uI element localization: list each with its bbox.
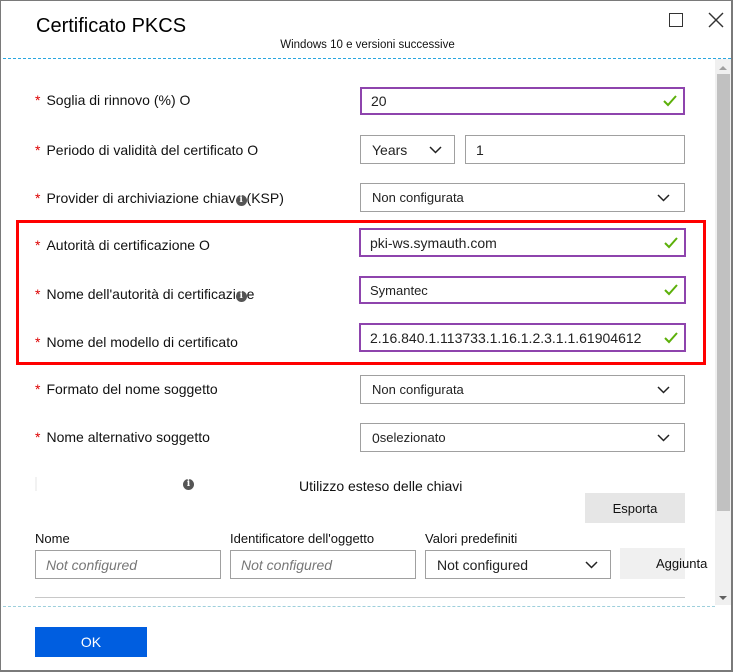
vertical-scrollbar[interactable] — [715, 59, 731, 605]
name-column-label: Nome — [35, 531, 70, 546]
input-value: Symantec — [370, 282, 428, 298]
subject-alt-name-select[interactable]: 0 selezionato — [360, 423, 685, 452]
template-name-input[interactable]: 2.16.840.1.113733.1.16.1.2.3.1.1.6190461… — [359, 323, 686, 352]
info-icon[interactable]: i — [235, 195, 247, 206]
ksp-select[interactable]: Non configurata — [360, 183, 685, 212]
add-button-label: Aggiunta — [656, 556, 708, 571]
select-value: Non configurata — [372, 382, 464, 397]
template-name-label: * Nome del modello di certificato — [35, 334, 238, 350]
cert-authority-input[interactable]: pki-ws.symauth.com — [359, 228, 686, 257]
eku-section-title: Utilizzo esteso delle chiavi — [299, 478, 463, 494]
input-value: 1 — [476, 141, 484, 158]
export-button[interactable]: Esporta — [585, 493, 685, 523]
subject-name-format-select[interactable]: Non configurata — [360, 375, 685, 404]
label-text: Nome alternativo soggetto — [46, 429, 210, 445]
label-text: Provider di archiviazione chiav — [46, 190, 236, 206]
predefined-column-label: Valori predefiniti — [425, 531, 518, 546]
pkcs-certificate-dialog: Certificato PKCS Windows 10 e versioni s… — [1, 1, 731, 670]
info-icon[interactable]: i — [183, 479, 194, 490]
label-text: Formato del nome soggetto — [46, 381, 218, 397]
subject-name-format-label: * Formato del nome soggetto — [35, 381, 218, 397]
required-marker: * — [35, 190, 41, 206]
required-marker: * — [35, 334, 41, 350]
checkmark-icon — [664, 284, 678, 296]
input-value: 2.16.840.1.113733.1.16.1.2.3.1.1.6190461… — [370, 329, 642, 346]
chevron-down-icon — [657, 385, 670, 394]
footer-divider — [3, 606, 715, 607]
validity-unit-select[interactable]: Years — [360, 135, 455, 164]
chevron-down-icon — [585, 560, 598, 569]
subject-alt-name-label: * Nome alternativo soggetto — [35, 429, 210, 445]
chevron-down-icon — [429, 145, 442, 154]
label-text: Nome del modello di certificato — [46, 334, 238, 350]
dialog-subtitle: Windows 10 e versioni successive — [280, 39, 455, 51]
required-marker: * — [35, 142, 41, 158]
label-text-suffix: (KSP) — [246, 190, 284, 206]
oid-column-label: Identificatore dell'oggetto — [230, 531, 375, 546]
validity-period-label: * Periodo di validità del certificato O — [35, 142, 258, 158]
maximize-icon[interactable] — [669, 13, 683, 27]
cert-authority-name-label: * Nome dell'autorità di certificazioi e — [35, 286, 254, 302]
select-value: Not configured — [437, 556, 529, 573]
dialog-title: Certificato PKCS — [36, 15, 187, 37]
label-text: Autorità di certificazione O — [46, 237, 210, 253]
ksp-label: * Provider di archiviazione chiav i (KSP) — [35, 190, 284, 206]
label-text: Soglia di rinnovo (%) O — [46, 92, 191, 108]
label-text: Nome dell'autorità di certificazio — [46, 286, 244, 302]
input-value: 20 — [371, 93, 387, 109]
scroll-down-arrow-icon[interactable] — [719, 596, 727, 600]
scrollbar-thumb[interactable] — [717, 74, 730, 511]
chevron-down-icon — [657, 193, 670, 202]
cert-authority-name-input[interactable]: Symantec — [359, 276, 686, 304]
chevron-down-icon — [657, 433, 670, 442]
select-value: Non configurata — [372, 190, 464, 205]
checkmark-icon — [664, 236, 678, 248]
renewal-threshold-input[interactable]: 20 — [360, 87, 685, 115]
select-value: Years — [372, 141, 408, 158]
eku-name-input[interactable]: Not configured — [35, 550, 221, 579]
placeholder-text: Not configured — [241, 556, 333, 573]
cert-authority-label: * Autorità di certificazione O — [35, 237, 210, 253]
label-text: Periodo di validità del certificato O — [46, 142, 259, 158]
required-marker: * — [35, 92, 41, 108]
validity-period-input[interactable]: 1 — [465, 135, 685, 164]
renewal-threshold-label: * Soglia di rinnovo (%) O — [35, 92, 190, 108]
eku-oid-input[interactable]: Not configured — [230, 550, 416, 579]
close-icon[interactable] — [706, 10, 726, 30]
section-marker — [35, 477, 37, 491]
select-value: selezionato — [379, 430, 446, 445]
add-button[interactable]: Aggiunta — [620, 548, 707, 579]
required-marker: * — [35, 381, 41, 397]
checkmark-icon — [663, 95, 677, 107]
required-marker: * — [35, 286, 41, 302]
label-text-suffix: e — [246, 286, 255, 302]
eku-predefined-select[interactable]: Not configured — [425, 550, 611, 579]
required-marker: * — [35, 429, 41, 445]
select-count: 0 — [372, 429, 380, 446]
placeholder-text: Not configured — [46, 556, 138, 573]
section-divider — [35, 597, 685, 598]
info-icon[interactable]: i — [235, 291, 247, 302]
ok-button[interactable]: OK — [35, 627, 147, 657]
header-divider — [3, 58, 731, 59]
required-marker: * — [35, 237, 41, 253]
checkmark-icon — [664, 331, 678, 343]
input-value: pki-ws.symauth.com — [370, 234, 497, 251]
scroll-up-arrow-icon[interactable] — [719, 66, 727, 70]
